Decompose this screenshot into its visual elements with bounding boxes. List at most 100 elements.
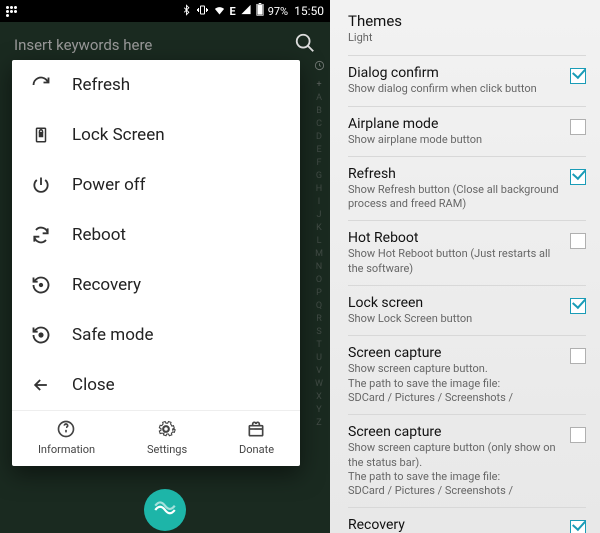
themes-title: Themes <box>348 12 586 30</box>
status-bar: E 97% 15:50 <box>0 0 330 22</box>
setting-title: Recovery <box>348 517 562 533</box>
setting-checkbox[interactable] <box>570 348 586 364</box>
donate-icon <box>246 419 268 441</box>
az-letter[interactable]: T <box>312 339 326 352</box>
setting-subtitle: Show Hot Reboot button (Just restarts al… <box>348 247 562 276</box>
alphabet-scroller[interactable]: + ABCDEFGHIJKLMNOPQRSTUVWXYZ <box>312 60 326 473</box>
refresh-icon <box>30 74 52 96</box>
search-icon[interactable] <box>294 32 316 58</box>
battery-icon <box>256 3 264 19</box>
dialog-item-safe-mode[interactable]: Safe mode <box>12 310 300 360</box>
setting-checkbox[interactable] <box>570 68 586 84</box>
signal-icon <box>240 4 252 18</box>
search-input[interactable] <box>14 36 294 54</box>
dialog-item-label: Close <box>72 375 115 395</box>
bottom-settings[interactable]: Settings <box>147 419 187 456</box>
setting-checkbox[interactable] <box>570 233 586 249</box>
dialog-item-label: Lock Screen <box>72 125 165 145</box>
setting-subtitle: Show screen capture button (only show on… <box>348 441 562 498</box>
az-letter[interactable]: H <box>312 183 326 196</box>
phone-screen-left: E 97% 15:50 + ABCDEFGHIJKLMNOPQRSTUVWXYZ… <box>0 0 330 533</box>
dialog-item-label: Recovery <box>72 275 141 295</box>
setting-title: Airplane mode <box>348 116 562 132</box>
az-letter[interactable]: I <box>312 196 326 209</box>
setting-row-dialog-confirm[interactable]: Dialog confirmShow dialog confirm when c… <box>348 56 586 106</box>
dialog-item-label: Reboot <box>72 225 126 245</box>
setting-subtitle: Show dialog confirm when click button <box>348 82 562 96</box>
recovery-icon <box>30 274 52 296</box>
az-letter[interactable]: P <box>312 287 326 300</box>
setting-row-hot-reboot[interactable]: Hot RebootShow Hot Reboot button (Just r… <box>348 221 586 286</box>
bottom-information[interactable]: Information <box>38 419 95 456</box>
dialog-item-power-off[interactable]: Power off <box>12 160 300 210</box>
setting-row-screen-capture[interactable]: Screen captureShow screen capture button… <box>348 336 586 415</box>
setting-row-recovery[interactable]: RecoveryShow Recovery button <box>348 508 586 533</box>
az-letter[interactable]: M <box>312 248 326 261</box>
az-letter[interactable]: Q <box>312 300 326 313</box>
dialog-item-reboot[interactable]: Reboot <box>12 210 300 260</box>
az-letter[interactable]: K <box>312 222 326 235</box>
power-dialog: Refresh Lock Screen Power off Reboot Recover… <box>12 60 300 466</box>
signal-label: E <box>230 5 236 18</box>
setting-subtitle: Show screen capture button.The path to s… <box>348 362 562 405</box>
setting-row-refresh[interactable]: RefreshShow Refresh button (Close all ba… <box>348 157 586 222</box>
info-icon <box>56 419 78 441</box>
themes-row[interactable]: Themes Light <box>348 12 586 56</box>
az-letter[interactable]: E <box>312 144 326 157</box>
az-letter[interactable]: R <box>312 313 326 326</box>
vibrate-icon <box>196 4 209 19</box>
az-letter[interactable]: Y <box>312 404 326 417</box>
az-letter[interactable]: V <box>312 365 326 378</box>
setting-title: Dialog confirm <box>348 65 562 81</box>
setting-title: Hot Reboot <box>348 230 562 246</box>
keyboard-app-icon[interactable] <box>144 489 186 531</box>
themes-value: Light <box>348 31 586 45</box>
bluetooth-icon <box>181 4 192 19</box>
dialog-item-label: Power off <box>72 175 146 195</box>
az-letter[interactable]: D <box>312 131 326 144</box>
close-icon <box>30 374 52 396</box>
bottom-donate[interactable]: Donate <box>239 419 274 456</box>
az-letter[interactable]: Z <box>312 417 326 430</box>
az-letter[interactable]: N <box>312 261 326 274</box>
bottom-label: Settings <box>147 443 187 456</box>
setting-checkbox[interactable] <box>570 427 586 443</box>
wifi-icon <box>213 4 226 19</box>
setting-row-screen-capture[interactable]: Screen captureShow screen capture button… <box>348 415 586 508</box>
setting-row-lock-screen[interactable]: Lock screenShow Lock Screen button <box>348 286 586 336</box>
az-letter[interactable]: F <box>312 157 326 170</box>
dialog-item-refresh[interactable]: Refresh <box>12 60 300 110</box>
setting-title: Lock screen <box>348 295 562 311</box>
az-letter[interactable]: J <box>312 209 326 222</box>
plus-icon: + <box>312 79 326 92</box>
dialog-bottom-bar: Information Settings Donate <box>12 410 300 466</box>
az-letter[interactable]: A <box>312 92 326 105</box>
power-icon <box>30 174 52 196</box>
bottom-label: Donate <box>239 443 274 456</box>
az-letter[interactable]: X <box>312 391 326 404</box>
setting-subtitle: Show Refresh button (Close all backgroun… <box>348 183 562 212</box>
bottom-label: Information <box>38 443 95 456</box>
az-letter[interactable]: S <box>312 326 326 339</box>
az-letter[interactable]: G <box>312 170 326 183</box>
setting-checkbox[interactable] <box>570 520 586 533</box>
az-letter[interactable]: B <box>312 105 326 118</box>
az-letter[interactable]: W <box>312 378 326 391</box>
dialog-item-recovery[interactable]: Recovery <box>12 260 300 310</box>
dialog-item-close[interactable]: Close <box>12 360 300 410</box>
az-letter[interactable]: L <box>312 235 326 248</box>
setting-checkbox[interactable] <box>570 298 586 314</box>
lock-icon <box>30 124 52 146</box>
az-letter[interactable]: U <box>312 352 326 365</box>
dialog-item-lock-screen[interactable]: Lock Screen <box>12 110 300 160</box>
setting-title: Refresh <box>348 166 562 182</box>
blackberry-indicator-icon <box>6 6 17 17</box>
setting-subtitle: Show airplane mode button <box>348 133 562 147</box>
az-letter[interactable]: O <box>312 274 326 287</box>
safemode-icon <box>30 324 52 346</box>
setting-checkbox[interactable] <box>570 169 586 185</box>
setting-checkbox[interactable] <box>570 119 586 135</box>
setting-row-airplane-mode[interactable]: Airplane modeShow airplane mode button <box>348 107 586 157</box>
az-letter[interactable]: C <box>312 118 326 131</box>
dialog-item-label: Refresh <box>72 75 130 95</box>
